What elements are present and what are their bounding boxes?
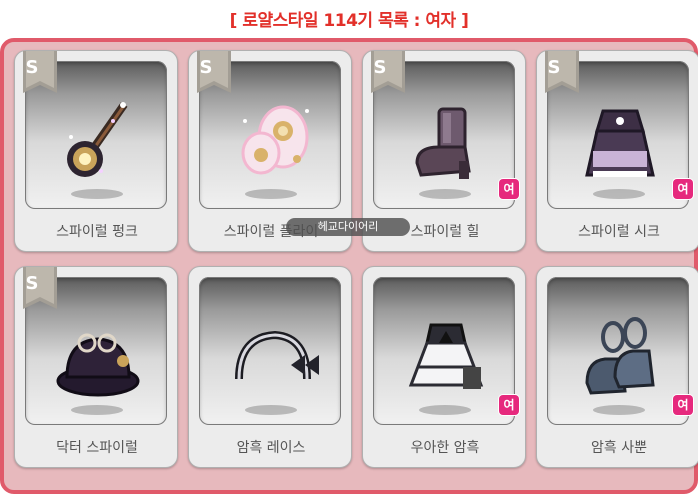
item-card[interactable]: 여 우아한 암흑 [362,266,526,468]
elegant-dark-dress-icon [408,323,484,389]
item-panel [547,277,689,425]
grade-label: S [25,57,39,78]
item-name: 암흑 레이스 [236,440,306,456]
grade-label: S [199,57,213,78]
item-grid: S 스파이럴 펑크 S 스파이럴 플라이 S 여 스파이럴 힐 S 여 스파이럴… [14,50,698,468]
dark-light-shoes-icon [585,317,655,395]
item-card[interactable]: S 닥터 스파이럴 [14,266,178,468]
female-only-badge: 여 [499,179,519,199]
spiral-fly-wings-icon [241,105,309,175]
item-panel [373,277,515,425]
grade-label: S [547,57,561,78]
item-card[interactable]: 암흑 레이스 [188,266,352,468]
spiral-heel-shoe-icon [415,107,471,179]
female-only-badge: 여 [673,179,693,199]
spiral-chic-dress-icon [585,109,655,177]
item-name: 우아한 암흑 [410,440,480,456]
item-name: 스파이럴 펑크 [56,224,138,240]
dark-lace-headband-icon [235,330,319,380]
female-only-badge: 여 [673,395,693,415]
watermark-label: 헤교다이어리 [286,218,410,236]
item-panel [199,277,341,425]
grade-label: S [373,57,387,78]
doctor-spiral-hat-icon [56,333,140,397]
item-name: 닥터 스파이럴 [56,440,138,456]
item-card[interactable]: S 여 스파이럴 시크 [536,50,698,252]
item-name: 암흑 사뿐 [591,440,647,456]
item-list-frame: S 스파이럴 펑크 S 스파이럴 플라이 S 여 스파이럴 힐 S 여 스파이럴… [0,38,698,494]
page-title: [ 로얄스타일 114기 목록 : 여자 ] [229,11,469,31]
grade-label: S [25,273,39,294]
item-card[interactable]: S 스파이럴 펑크 [14,50,178,252]
spiral-punk-weapon-icon [67,102,128,177]
female-only-badge: 여 [499,395,519,415]
item-name: 스파이럴 시크 [578,224,660,240]
item-card[interactable]: 여 암흑 사뿐 [536,266,698,468]
